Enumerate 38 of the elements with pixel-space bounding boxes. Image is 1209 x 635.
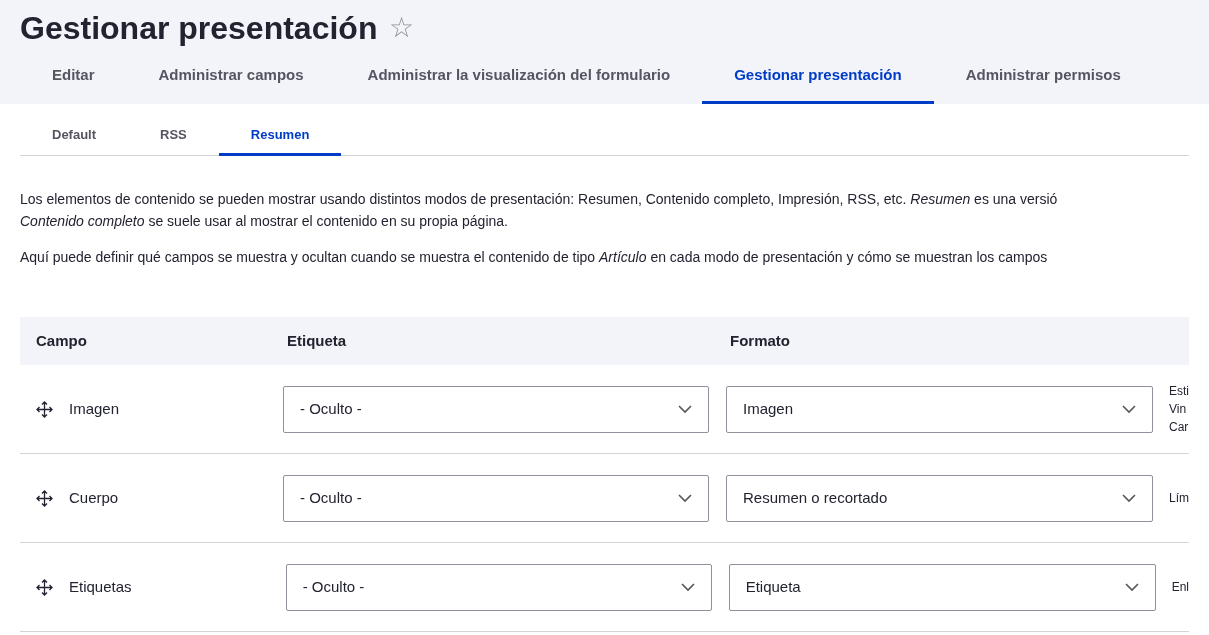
chevron-down-icon [680, 582, 695, 592]
column-header: Etiqueta [287, 331, 347, 349]
field-name: Cuerpo [69, 487, 119, 508]
tab[interactable]: Administrar la visualización del formulario [335, 50, 703, 104]
move-icon[interactable] [36, 400, 53, 418]
description-text: Aquí puede definir qué campos se muestra y ocultan cuando se muestra el contenido de tipo Artículo en cada modo de presentación y cómo se muestran los campos [20, 248, 1048, 267]
column-header: Formato [730, 331, 790, 349]
column-header: Campo [36, 331, 87, 349]
tab[interactable]: Default [20, 116, 129, 156]
select-field[interactable]: - Oculto - [283, 385, 709, 433]
move-icon[interactable] [36, 489, 53, 507]
chevron-down-icon [678, 493, 692, 503]
page-title: Gestionar presentación [20, 9, 378, 48]
format-summary: Lím [1169, 490, 1189, 507]
tab[interactable]: RSS [128, 116, 219, 156]
select-field[interactable]: - Oculto - [283, 474, 709, 522]
tab[interactable]: Administrar permisos [933, 50, 1153, 104]
chevron-down-icon [678, 404, 692, 414]
chevron-down-icon [1122, 404, 1136, 414]
description-text: Contenido completo se suele usar al mostrar el contenido en su propia página. [20, 212, 508, 231]
tab[interactable]: Resumen [218, 116, 342, 156]
field-name: Imagen [69, 398, 120, 419]
format-summary: Esti [1169, 383, 1189, 400]
select-field[interactable]: Resumen o recortado [726, 474, 1153, 522]
tab[interactable]: Editar [20, 50, 127, 104]
format-summary: Vin [1169, 401, 1188, 418]
select-field[interactable]: - Oculto - [285, 563, 712, 611]
select-field[interactable]: Etiqueta [728, 563, 1156, 611]
move-icon[interactable] [36, 578, 53, 596]
tab[interactable]: Administrar campos [126, 50, 336, 104]
format-summary: Car [1169, 419, 1189, 436]
format-summary: Enl [1171, 579, 1189, 596]
description-text: Los elementos de contenido se pueden mostrar usando distintos modos de presentación: Resumen, Contenido completo, Impresión, RSS, etc. Resumen es una versió [20, 190, 1058, 209]
chevron-down-icon [1122, 493, 1136, 503]
select-field[interactable]: Imagen [726, 385, 1153, 433]
chevron-down-icon [1124, 582, 1139, 592]
tab[interactable]: Gestionar presentación [702, 50, 934, 104]
field-name: Etiquetas [69, 576, 132, 597]
